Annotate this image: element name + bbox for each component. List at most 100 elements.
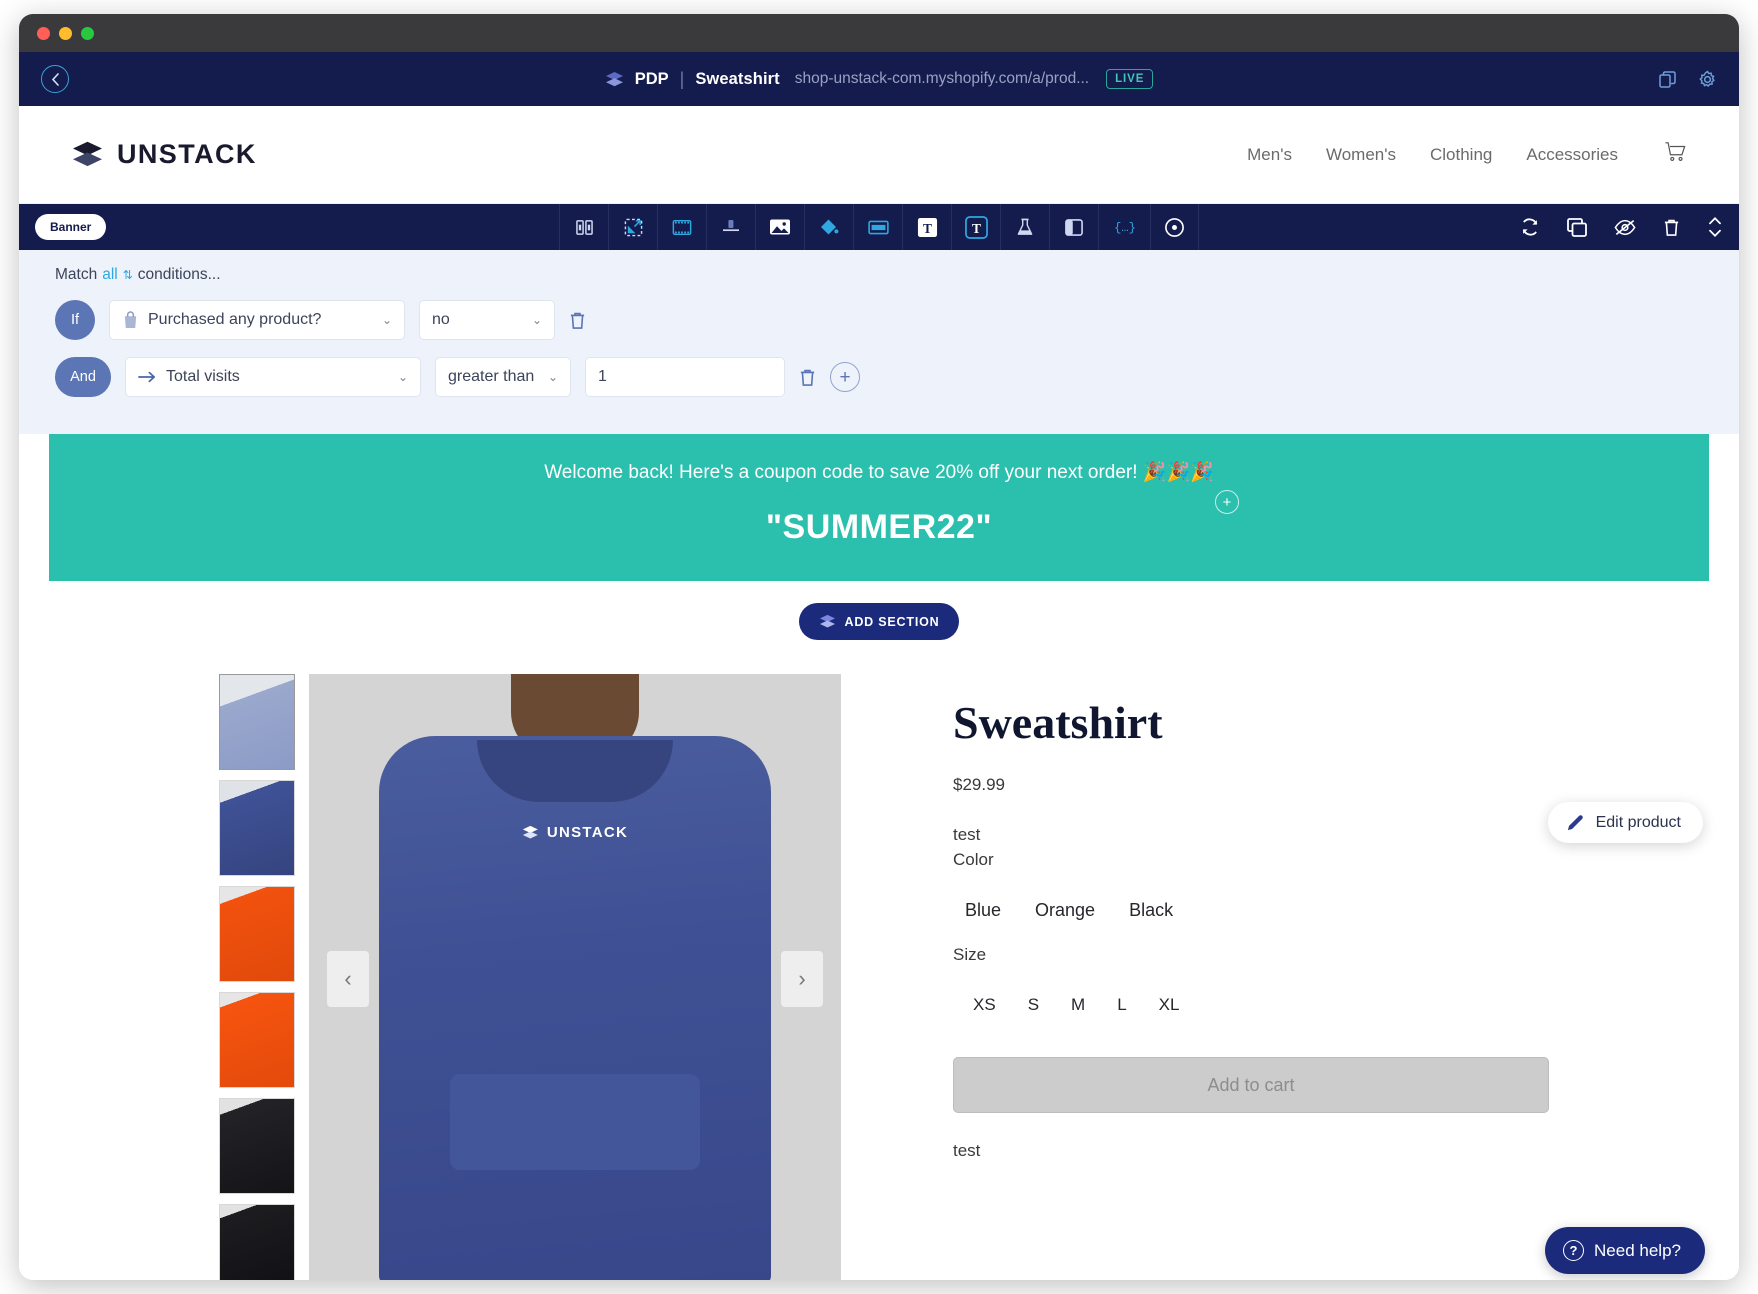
chevron-down-icon: ⌄	[397, 370, 408, 384]
svg-text:T: T	[972, 220, 981, 235]
image-icon[interactable]	[755, 204, 804, 250]
text-light-icon[interactable]: T	[902, 204, 951, 250]
text-dark-icon[interactable]: T	[951, 204, 1000, 250]
product-info: Sweatshirt $29.99 test Color Blue Orange…	[841, 674, 1549, 1280]
add-section-area: ADD SECTION	[19, 581, 1739, 650]
size-option-xl[interactable]: XL	[1159, 995, 1180, 1015]
hide-eye-icon[interactable]	[1614, 219, 1636, 236]
window-zoom-button[interactable]	[81, 26, 94, 40]
brand-logo[interactable]: UNSTACK	[71, 139, 257, 170]
columns-icon[interactable]	[559, 204, 608, 250]
thumbnail-orange-hoodie-back[interactable]	[219, 992, 295, 1088]
add-section-label: ADD SECTION	[844, 614, 940, 629]
breadcrumb-title[interactable]: Sweatshirt	[695, 70, 779, 89]
duplicate-section-icon[interactable]	[1567, 217, 1587, 237]
product-description-top: test	[953, 825, 981, 844]
thumbnail-black-hoodie-back[interactable]	[219, 1204, 295, 1280]
flask-icon[interactable]	[1000, 204, 1049, 250]
promo-banner[interactable]: Welcome back! Here's a coupon code to sa…	[49, 434, 1709, 581]
page-url[interactable]: shop-unstack-com.myshopify.com/a/prod...	[795, 70, 1089, 88]
button-icon[interactable]	[853, 204, 902, 250]
window-minimize-button[interactable]	[59, 26, 72, 40]
need-help-label: Need help?	[1594, 1240, 1681, 1260]
shopping-cart-icon[interactable]	[1664, 141, 1687, 168]
split-layout-icon[interactable]	[1049, 204, 1098, 250]
window-titlebar	[19, 14, 1739, 52]
condition-field-select[interactable]: Total visits ⌄	[125, 357, 421, 397]
size-option-l[interactable]: L	[1117, 995, 1126, 1015]
section-toolbar: Banner T T {…}	[19, 204, 1739, 250]
select-area-icon[interactable]	[608, 204, 657, 250]
color-options: Blue Orange Black	[953, 900, 1481, 921]
size-option-m[interactable]: M	[1071, 995, 1085, 1015]
product-hero-image[interactable]: UNSTACK ‹ ›	[309, 674, 841, 1280]
align-icon[interactable]	[706, 204, 755, 250]
match-suffix-label: conditions...	[137, 266, 221, 283]
film-strip-icon[interactable]	[657, 204, 706, 250]
code-embed-icon[interactable]: {…}	[1098, 204, 1150, 250]
condition-row: If Purchased any product? ⌄ no ⌄	[55, 300, 1739, 340]
window-close-button[interactable]	[37, 26, 50, 40]
back-button[interactable]	[41, 65, 69, 93]
hero-brand-text: UNSTACK	[546, 824, 629, 841]
breadcrumb-page[interactable]: PDP	[635, 70, 669, 89]
delete-condition-button[interactable]	[799, 368, 816, 387]
condition-field-select[interactable]: Purchased any product? ⌄	[109, 300, 405, 340]
add-block-button[interactable]: +	[1215, 490, 1239, 514]
condition-connector-if[interactable]: If	[55, 300, 95, 340]
chevron-updown-icon[interactable]: ⇅	[123, 268, 133, 282]
condition-value-text: 1	[598, 368, 607, 385]
refresh-icon[interactable]	[1520, 217, 1540, 237]
nav-item-accessories[interactable]: Accessories	[1526, 145, 1618, 165]
thumbnail-blue-hoodie[interactable]	[219, 780, 295, 876]
color-option-orange[interactable]: Orange	[1035, 900, 1095, 921]
editor-topbar: PDP | Sweatshirt shop-unstack-com.myshop…	[19, 52, 1739, 106]
banner-coupon-code: "SUMMER22"	[765, 508, 993, 546]
hero-prev-button[interactable]: ‹	[327, 951, 369, 1007]
color-option-label: Color	[953, 850, 994, 869]
color-option-black[interactable]: Black	[1129, 900, 1173, 921]
stack-icon	[819, 614, 835, 628]
duplicate-icon[interactable]	[1659, 70, 1676, 88]
size-option-xs[interactable]: XS	[973, 995, 996, 1015]
color-option-blue[interactable]: Blue	[965, 900, 1001, 921]
toolbar-tools: T T {…}	[19, 204, 1739, 250]
nav-item-mens[interactable]: Men's	[1247, 145, 1292, 165]
banner-message: Welcome back! Here's a coupon code to sa…	[544, 462, 1214, 483]
thumbnail-orange-hoodie-front[interactable]	[219, 886, 295, 982]
condition-value-select[interactable]: no ⌄	[419, 300, 555, 340]
nav-item-clothing[interactable]: Clothing	[1430, 145, 1492, 165]
thumbnail-light-blue-hoodie[interactable]	[219, 674, 295, 770]
svg-text:T: T	[923, 220, 932, 235]
fill-color-icon[interactable]	[804, 204, 853, 250]
size-options: XS S M L XL	[953, 995, 1481, 1015]
condition-value-input[interactable]: 1	[585, 357, 785, 397]
match-mode-select[interactable]: all	[102, 266, 118, 284]
condition-operator-select[interactable]: greater than ⌄	[435, 357, 571, 397]
condition-connector-and[interactable]: And	[55, 357, 111, 397]
nav-item-womens[interactable]: Women's	[1326, 145, 1396, 165]
hero-next-button[interactable]: ›	[781, 951, 823, 1007]
gear-icon[interactable]	[1698, 70, 1717, 89]
move-updown-icon[interactable]	[1707, 216, 1723, 238]
chevron-down-icon: ⌄	[531, 313, 542, 327]
add-to-cart-button[interactable]: Add to cart	[953, 1057, 1549, 1113]
size-option-s[interactable]: S	[1028, 995, 1039, 1015]
thumbnail-black-hoodie-front[interactable]	[219, 1098, 295, 1194]
unstack-logo-icon	[73, 141, 102, 167]
match-prefix-label: Match	[55, 266, 98, 283]
target-icon[interactable]	[1150, 204, 1199, 250]
add-section-button[interactable]: ADD SECTION	[798, 603, 960, 640]
status-badge: LIVE	[1106, 69, 1154, 89]
delete-trash-icon[interactable]	[1663, 218, 1680, 237]
condition-value-label: no	[432, 311, 450, 328]
site-header: UNSTACK Men's Women's Clothing Accessori…	[19, 106, 1739, 204]
need-help-button[interactable]: ? Need help?	[1545, 1227, 1705, 1274]
svg-text:{…}: {…}	[1114, 221, 1136, 235]
delete-condition-button[interactable]	[569, 311, 586, 330]
condition-row: And Total visits ⌄ greater than ⌄ 1 +	[55, 357, 1739, 397]
edit-product-button[interactable]: Edit product	[1547, 802, 1703, 843]
conditions-panel: Match all ⇅ conditions... If Purchased a…	[19, 250, 1739, 434]
product-detail-section: UNSTACK ‹ › Sweatshirt $29.99 test Color…	[19, 650, 1739, 1280]
add-condition-button[interactable]: +	[830, 362, 860, 392]
